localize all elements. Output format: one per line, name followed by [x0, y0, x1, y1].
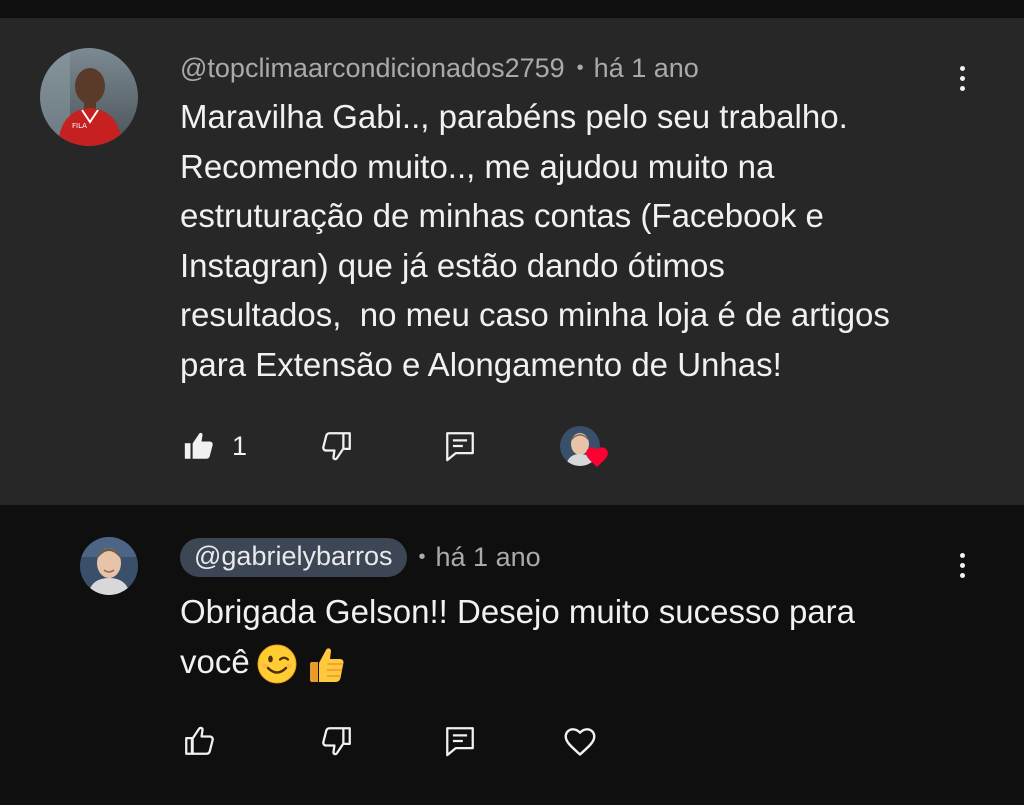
- author-name-chip[interactable]: @gabrielybarros: [180, 537, 407, 577]
- thumbs-up-emoji: [309, 648, 344, 682]
- thumbs-down-icon: [322, 432, 351, 461]
- highlighted-comment: FILA @topclimaarcondicionados2759 • há 1…: [0, 18, 1024, 505]
- svg-text:FILA: FILA: [72, 122, 87, 130]
- comment-text-line: Recomendo muito.., me ajudou muito na: [180, 147, 775, 185]
- reply-like-button[interactable]: [182, 723, 216, 759]
- meta-separator: •: [576, 56, 584, 79]
- winking-face-emoji: [257, 644, 297, 684]
- thumbs-up-filled-icon: [184, 432, 213, 459]
- reply-text-line: você: [180, 642, 250, 680]
- reply-meta: @gabrielybarros • há 1 ano: [180, 535, 541, 579]
- reply-text-line-2: você: [180, 637, 855, 687]
- comment-text: Maravilha Gabi.., parabéns pelo seu trab…: [180, 92, 890, 390]
- creator-heart-badge: [560, 426, 612, 472]
- author-name[interactable]: @topclimaarcondicionados2759: [180, 53, 565, 84]
- heart-button[interactable]: [562, 723, 598, 759]
- thumbs-up-outline-icon: [185, 726, 214, 755]
- reply-comment-icon: [446, 727, 474, 757]
- more-vertical-icon[interactable]: [950, 58, 974, 98]
- comment-text-line: Instagran) que já estão dando ótimos: [180, 246, 725, 284]
- reply-button[interactable]: [443, 428, 477, 464]
- dislike-button[interactable]: [320, 428, 354, 464]
- comment-text-line: Maravilha Gabi.., parabéns pelo seu trab…: [180, 98, 848, 135]
- heart-outline-icon: [564, 728, 596, 756]
- comment-meta: @topclimaarcondicionados2759 • há 1 ano: [180, 48, 699, 88]
- reply-comment-icon: [446, 432, 474, 462]
- creator-heart-icon: [586, 447, 608, 467]
- thumbs-down-icon: [322, 727, 351, 756]
- like-button[interactable]: 1: [182, 428, 247, 464]
- more-vertical-icon[interactable]: [950, 545, 974, 585]
- comment-text-line: resultados, no meu caso minha loja é de …: [180, 296, 890, 334]
- top-strip: [0, 0, 1024, 18]
- reply-text: Obrigada Gelson!! Desejo muito sucesso p…: [180, 587, 855, 686]
- reply-dislike-button[interactable]: [320, 723, 354, 759]
- meta-separator: •: [418, 545, 426, 568]
- reply-time[interactable]: há 1 ano: [436, 542, 541, 573]
- comment-text-line: para Extensão e Alongamento de Unhas!: [180, 345, 782, 383]
- comment-time[interactable]: há 1 ano: [594, 53, 699, 84]
- commenter-avatar[interactable]: FILA: [40, 48, 138, 146]
- reply-comment: @gabrielybarros • há 1 ano Obrigada Gels…: [0, 505, 1024, 805]
- reply-text-line: Obrigada Gelson!! Desejo muito sucesso p…: [180, 593, 856, 630]
- replier-avatar[interactable]: [80, 537, 138, 595]
- comment-text-line: estruturação de minhas contas (Facebook …: [180, 197, 824, 235]
- reply-reply-button[interactable]: [443, 723, 477, 759]
- like-count: 1: [232, 430, 248, 461]
